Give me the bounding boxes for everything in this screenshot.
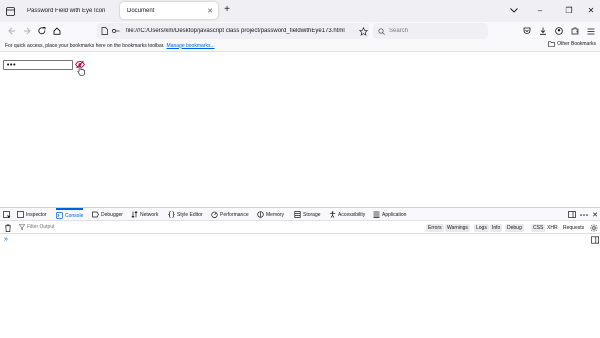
tab-label: Inspector [26,211,47,218]
memory-icon [257,211,264,218]
console-filter-bar: Errors Warnings Logs Info Debug CSS XHR … [0,222,600,234]
network-icon [131,211,138,218]
bookmarks-toolbar: For quick access, place your bookmarks h… [0,40,600,51]
tab-label: Performance [220,211,249,218]
tab-storage[interactable]: Storage [294,208,321,221]
filter-requests-button[interactable]: Requests [563,224,584,232]
devtools-toolbar: Inspector Console Debugger Network Style… [0,208,600,221]
tab-label: Storage [303,211,321,218]
menu-icon[interactable] [584,24,598,38]
accessibility-icon [329,211,336,218]
console-sidebar-icon[interactable] [591,236,599,244]
tab-label: Console [65,212,84,219]
tab-label: Style Editor [177,211,203,218]
style-editor-icon [168,211,175,218]
extensions-icon[interactable] [568,24,582,38]
filter-css-button[interactable]: CSS [531,224,546,232]
tab-debugger[interactable]: Debugger [92,208,123,221]
other-bookmarks-label: Other Bookmarks [557,41,596,47]
pocket-icon[interactable] [520,24,534,38]
hand-cursor-icon [77,65,85,76]
search-icon [378,27,385,35]
forward-icon[interactable] [20,24,34,38]
tab-label: Application [382,211,407,218]
filter-input[interactable] [27,224,87,230]
downloads-icon[interactable] [536,24,550,38]
more-options-icon[interactable] [579,210,589,219]
performance-icon [211,211,218,218]
tab-title: Document [127,7,155,14]
page-info-icon[interactable] [101,27,108,35]
back-icon[interactable] [5,24,19,38]
tab-label: Debugger [101,211,123,218]
other-bookmarks-button[interactable]: Other Bookmarks [548,41,596,47]
search-input[interactable] [389,28,484,34]
tab-label: Network [140,211,159,218]
tab-accessibility[interactable]: Accessibility [329,208,365,221]
tab-inspector[interactable]: Inspector [17,208,47,221]
home-icon[interactable] [50,24,64,38]
minimize-icon[interactable]: – [531,3,549,17]
bookmark-star-icon[interactable] [356,24,370,38]
application-icon [373,211,380,218]
filter-warnings-button[interactable]: Warnings [445,224,470,232]
storage-icon [294,211,301,218]
manage-bookmarks-link[interactable]: Manage bookmarks... [167,43,215,49]
debugger-icon [92,211,99,218]
console-prompt[interactable]: » [4,236,8,243]
list-all-tabs-icon[interactable] [505,3,523,17]
element-picker-icon[interactable] [2,210,12,219]
tab-label: Accessibility [338,211,366,218]
filter-icon [19,224,25,230]
tab-memory[interactable]: Memory [257,208,284,221]
console-icon [56,212,63,219]
navigation-bar: file:///C:/Users/km/Desktop/javascript c… [0,22,600,40]
bookmarks-message: For quick access, place your bookmarks h… [5,42,165,49]
close-tab-icon[interactable]: ✕ [205,6,215,16]
tab-network[interactable]: Network [131,208,158,221]
page-content: ••• [0,51,600,207]
filter-output[interactable] [19,224,87,230]
account-icon[interactable] [552,24,566,38]
filter-errors-button[interactable]: Errors [426,224,444,232]
gear-icon[interactable] [590,224,598,232]
url-text: file:///C:/Users/km/Desktop/javascript c… [126,28,345,34]
url-bar[interactable]: file:///C:/Users/km/Desktop/javascript c… [97,23,369,39]
devtools-panel: Inspector Console Debugger Network Style… [0,207,600,338]
restore-icon[interactable]: ❐ [560,3,578,17]
filter-info-button[interactable]: Info [490,224,503,232]
tab-list-icon[interactable] [3,4,17,18]
tab-label: Memory [266,211,285,218]
tab-password-field[interactable]: Password Field with Eye Icon [20,2,117,19]
tab-console[interactable]: Console [56,208,84,221]
clear-console-icon[interactable] [4,224,12,232]
tab-style-editor[interactable]: Style Editor [168,208,203,221]
tab-performance[interactable]: Performance [211,208,249,221]
tab-document[interactable]: Document ✕ [120,2,218,19]
reload-icon[interactable] [35,24,49,38]
filter-logs-button[interactable]: Logs [474,224,489,232]
folder-icon [548,41,555,47]
tab-strip: Password Field with Eye Icon Document ✕ … [0,0,600,22]
filter-debug-button[interactable]: Debug [505,224,524,232]
search-bar[interactable] [373,23,488,39]
tab-title: Password Field with Eye Icon [27,7,106,14]
permissions-icon[interactable] [112,28,120,34]
inspector-icon [17,211,24,218]
tab-application[interactable]: Application [373,208,406,221]
close-devtools-icon[interactable]: ✕ [590,210,600,219]
filter-xhr-button[interactable]: XHR [547,224,558,232]
close-window-icon[interactable]: ✕ [582,3,600,17]
new-tab-icon[interactable]: + [221,4,233,16]
password-input[interactable]: ••• [3,60,73,70]
dock-side-icon[interactable] [567,210,577,219]
